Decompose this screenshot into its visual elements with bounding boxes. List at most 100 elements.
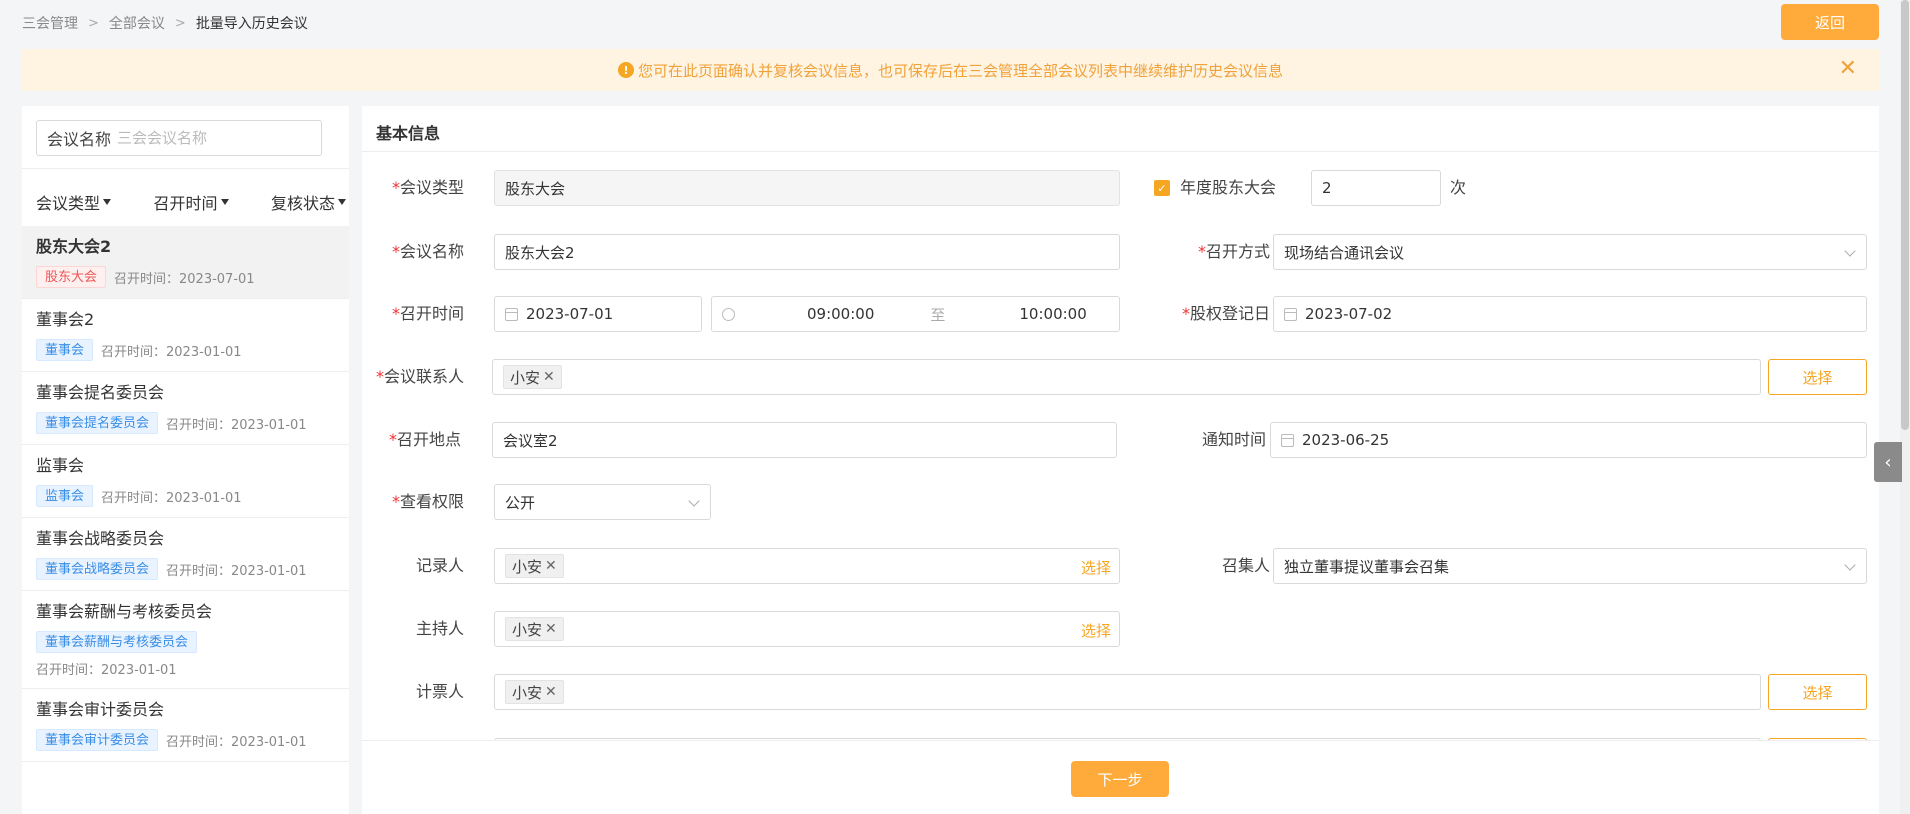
clock-icon bbox=[722, 307, 735, 321]
checkbox-checked-icon[interactable]: ✓ bbox=[1154, 180, 1170, 196]
meeting-time: 召开时间：2023-01-01 bbox=[166, 734, 307, 750]
meeting-time: 召开时间：2023-01-01 bbox=[166, 417, 307, 433]
close-icon[interactable]: ✕ bbox=[545, 621, 557, 637]
annual-meeting-label: 年度股东大会 bbox=[1180, 178, 1277, 197]
permission-label: *查看权限 bbox=[391, 492, 464, 511]
form-row: 计票人 小安 ✕ 选择 bbox=[362, 674, 1879, 710]
meeting-list: 股东大会2 股东大会 召开时间：2023-07-01 董事会2 董事会 召开时间：2… bbox=[22, 226, 349, 762]
breadcrumb: 三会管理 > 全部会议 > 批量导入历史会议 bbox=[22, 13, 308, 33]
meeting-time: 召开时间：2023-01-01 bbox=[166, 563, 307, 579]
meeting-type-tag: 董事会 bbox=[36, 339, 94, 361]
breadcrumb-item-all-meetings[interactable]: 全部会议 bbox=[109, 13, 165, 33]
meeting-name-input[interactable]: 股东大会2 bbox=[494, 234, 1120, 270]
breadcrumb-item-sanhui[interactable]: 三会管理 bbox=[22, 13, 78, 33]
form-row: 记录人 小安 ✕ 选择 召集人 独立董事提议董事会召集 bbox=[362, 548, 1879, 584]
meeting-name: 董事会战略委员会 bbox=[36, 529, 165, 548]
chevron-down-icon bbox=[1844, 245, 1856, 257]
chevron-right-icon: > bbox=[88, 15, 99, 31]
info-notice: ! 您可在此页面确认并复核会议信息，也可保存后在三会管理全部会议列表中继续维护历… bbox=[22, 49, 1879, 91]
contact-label: *会议联系人 bbox=[375, 367, 464, 386]
meeting-type-field: 股东大会 bbox=[494, 170, 1120, 206]
meeting-sidebar: 会议名称 会议类型 召开时间 复核状态 股东大会2 股东大会召开时间：2023-… bbox=[22, 106, 349, 814]
form-row: *会议联系人 小安 ✕ 选择 bbox=[362, 359, 1879, 395]
scrollbar-thumb[interactable] bbox=[1901, 0, 1909, 430]
form-row: *会议名称 股东大会2 *召开方式 现场结合通讯会议 bbox=[362, 234, 1879, 270]
permission-select[interactable]: 公开 bbox=[494, 484, 711, 520]
back-button[interactable]: 返回 bbox=[1781, 4, 1879, 40]
host-field[interactable]: 小安 ✕ 选择 bbox=[494, 611, 1120, 647]
next-step-button[interactable]: 下一步 bbox=[1071, 761, 1169, 797]
meeting-type-label: *会议类型 bbox=[391, 178, 464, 197]
start-time: 09:00:00 bbox=[807, 305, 875, 323]
contact-field[interactable]: 小安 ✕ bbox=[492, 359, 1761, 395]
convener-label: 召集人 bbox=[1221, 556, 1270, 575]
chevron-down-icon bbox=[1844, 559, 1856, 571]
chevron-right-icon: > bbox=[174, 15, 186, 31]
record-date-picker[interactable]: 2023-07-02 bbox=[1273, 296, 1867, 332]
close-icon[interactable]: ✕ bbox=[545, 558, 557, 574]
form-row: 主持人 小安 ✕ 选择 bbox=[362, 611, 1879, 647]
contact-pick-button[interactable]: 选择 bbox=[1768, 359, 1867, 395]
recorder-label: 记录人 bbox=[415, 556, 464, 575]
meeting-name: 董事会审计委员会 bbox=[36, 700, 165, 719]
breadcrumb-current: 批量导入历史会议 bbox=[195, 16, 308, 32]
form-row: *召开地点 会议室2 通知时间 2023-06-25 bbox=[362, 422, 1879, 458]
meeting-time-label: *召开时间 bbox=[391, 304, 464, 323]
form-row: *查看权限 公开 bbox=[362, 484, 1879, 520]
host-pick-link[interactable]: 选择 bbox=[1081, 620, 1111, 641]
list-item[interactable]: 董事会审计委员会 董事会审计委员会 召开时间：2023-01-01 bbox=[22, 689, 349, 762]
close-icon[interactable]: ✕ bbox=[543, 369, 555, 385]
chevron-left-icon[interactable]: ‹ bbox=[1874, 442, 1902, 482]
filter-meeting-type[interactable]: 会议类型 bbox=[36, 190, 112, 214]
meeting-type-tag: 监事会 bbox=[36, 485, 94, 507]
meeting-name: 股东大会2 bbox=[36, 237, 112, 256]
recorder-field[interactable]: 小安 ✕ 选择 bbox=[494, 548, 1120, 584]
filter-meeting-time[interactable]: 召开时间 bbox=[153, 190, 229, 214]
convener-select[interactable]: 独立董事提议董事会召集 bbox=[1273, 548, 1867, 584]
teller-pick-button[interactable]: 选择 bbox=[1768, 674, 1867, 710]
meeting-time: 召开时间：2023-01-01 bbox=[36, 663, 177, 678]
meeting-date-picker[interactable]: 2023-07-01 bbox=[494, 296, 702, 332]
meeting-time: 召开时间：2023-01-01 bbox=[101, 344, 242, 360]
meeting-time: 召开时间：2023-07-01 bbox=[114, 271, 255, 287]
meeting-type-tag: 董事会薪酬与考核委员会 bbox=[36, 631, 198, 653]
teller-field[interactable]: 小安 ✕ bbox=[494, 674, 1761, 710]
recorder-chip: 小安 ✕ bbox=[505, 554, 564, 578]
form-row: *召开时间 2023-07-01 09:00:00 至 10:00:00 *股权… bbox=[362, 296, 1879, 332]
host-label: 主持人 bbox=[415, 619, 464, 638]
search-input[interactable] bbox=[117, 129, 318, 147]
mode-select[interactable]: 现场结合通讯会议 bbox=[1273, 234, 1867, 270]
host-chip: 小安 ✕ bbox=[505, 617, 564, 641]
meeting-time: 召开时间：2023-01-01 bbox=[101, 490, 242, 506]
list-item[interactable]: 董事会提名委员会 董事会提名委员会 召开时间：2023-01-01 bbox=[22, 372, 349, 445]
list-item[interactable]: 董事会战略委员会 董事会战略委员会 召开时间：2023-01-01 bbox=[22, 518, 349, 591]
notice-text: 您可在此页面确认并复核会议信息，也可保存后在三会管理全部会议列表中继续维护历史会… bbox=[637, 61, 1283, 80]
mode-label: *召开方式 bbox=[1197, 242, 1270, 261]
annual-count-unit: 次 bbox=[1450, 178, 1467, 197]
recorder-pick-link[interactable]: 选择 bbox=[1081, 557, 1111, 578]
teller-label: 计票人 bbox=[415, 682, 464, 701]
close-icon[interactable]: ✕ bbox=[545, 684, 557, 700]
list-item[interactable]: 监事会 监事会 召开时间：2023-01-01 bbox=[22, 445, 349, 518]
footer-bar: 下一步 bbox=[362, 740, 1879, 814]
list-item[interactable]: 董事会2 董事会 召开时间：2023-01-01 bbox=[22, 299, 349, 372]
record-date-label: *股权登记日 bbox=[1181, 304, 1270, 323]
range-separator: 至 bbox=[930, 305, 946, 324]
filter-review-status[interactable]: 复核状态 bbox=[271, 190, 346, 214]
list-item[interactable]: 董事会薪酬与考核委员会 董事会薪酬与考核委员会 召开时间：2023-01-01 bbox=[22, 591, 349, 689]
contact-chip: 小安 ✕ bbox=[503, 365, 562, 389]
annual-count-input[interactable]: 2 bbox=[1311, 170, 1441, 206]
calendar-icon bbox=[1281, 433, 1294, 447]
filter-bar: 会议类型 召开时间 复核状态 bbox=[36, 190, 346, 214]
search-label: 会议名称 bbox=[47, 130, 112, 149]
notice-time-label: 通知时间 bbox=[1201, 430, 1266, 449]
location-input[interactable]: 会议室2 bbox=[492, 422, 1117, 458]
caret-down-icon bbox=[220, 199, 229, 205]
divider bbox=[22, 168, 349, 169]
notice-date-picker[interactable]: 2023-06-25 bbox=[1270, 422, 1867, 458]
close-icon[interactable]: ✕ bbox=[1839, 58, 1857, 80]
meeting-time-range[interactable]: 09:00:00 至 10:00:00 bbox=[711, 296, 1120, 332]
location-label: *召开地点 bbox=[388, 430, 461, 449]
list-item[interactable]: 股东大会2 股东大会 召开时间：2023-07-01 bbox=[22, 226, 349, 299]
meeting-name: 董事会2 bbox=[36, 310, 95, 329]
